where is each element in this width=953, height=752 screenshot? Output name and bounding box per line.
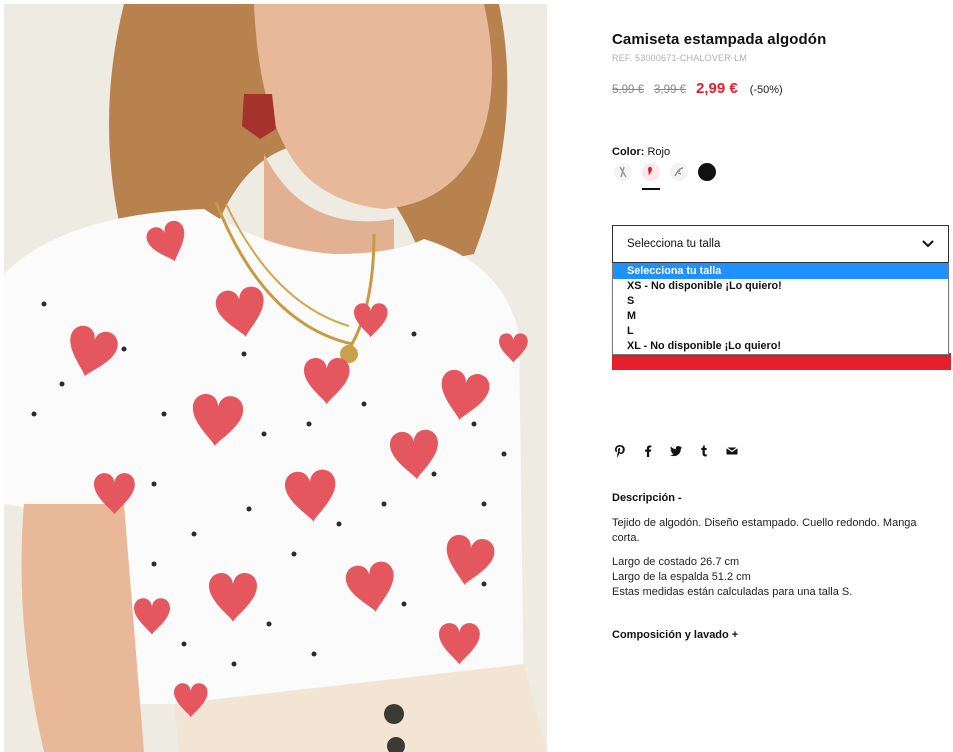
heart-pattern-icon <box>648 166 652 176</box>
description-title[interactable]: Descripción - <box>612 492 682 504</box>
price-block: 5,99 € 3,99 € 2,99 € (-50%) <box>612 80 783 97</box>
facebook-icon[interactable] <box>641 444 655 458</box>
color-label: Color: Rojo <box>612 146 670 158</box>
size-option-placeholder[interactable]: Selecciona tu talla <box>613 264 948 279</box>
measure-back-length: Largo de la espalda 51.2 cm <box>612 571 751 583</box>
measure-side-length: Largo de costado 26.7 cm <box>612 556 740 568</box>
chevron-down-icon <box>922 240 934 248</box>
composition-toggle[interactable]: Composición y lavado + <box>612 629 738 641</box>
measure-note: Estas medidas están calculadas para una … <box>612 586 853 598</box>
size-select[interactable]: Selecciona tu talla <box>612 225 949 263</box>
leaf-pattern-icon <box>674 167 684 177</box>
twitter-icon[interactable] <box>669 444 683 458</box>
size-option-m[interactable]: M <box>613 309 948 324</box>
product-title: Camiseta estampada algodón <box>612 31 827 48</box>
email-icon[interactable] <box>725 444 739 458</box>
price-original: 5,99 € <box>612 84 644 96</box>
description-measures: Largo de costado 26.7 cm Largo de la esp… <box>612 555 932 600</box>
product-image[interactable] <box>4 4 547 752</box>
size-select-value: Selecciona tu talla <box>627 238 721 250</box>
size-option-xl[interactable]: XL - No disponible ¡Lo quiero! <box>613 339 948 354</box>
add-to-cart-button[interactable] <box>612 353 951 370</box>
swatch-black[interactable] <box>698 163 716 181</box>
size-option-l[interactable]: L <box>613 324 948 339</box>
discount-badge: (-50%) <box>749 84 783 96</box>
swatch-light-print[interactable] <box>614 163 632 181</box>
tumblr-icon[interactable] <box>697 444 711 458</box>
pinterest-icon[interactable] <box>613 444 627 458</box>
price-previous: 3,99 € <box>653 84 686 96</box>
swatch-red-heart[interactable] <box>642 163 660 190</box>
swatch-leaf-print[interactable] <box>670 163 688 181</box>
print-pattern-icon <box>619 166 627 178</box>
color-label-key: Color: <box>612 146 645 158</box>
share-bar <box>613 444 739 458</box>
size-dropdown-list[interactable]: Selecciona tu talla XS - No disponible ¡… <box>612 263 949 355</box>
product-info: Camiseta estampada algodón REF. 53000671… <box>612 0 952 752</box>
color-swatches <box>614 163 716 190</box>
size-option-xs[interactable]: XS - No disponible ¡Lo quiero! <box>613 279 948 294</box>
description-text: Tejido de algodón. Diseño estampado. Cue… <box>612 517 917 544</box>
product-photo-illustration <box>4 4 547 752</box>
price-current: 2,99 € <box>695 80 738 97</box>
color-selected-name: Rojo <box>647 146 671 158</box>
size-option-s[interactable]: S <box>613 294 948 309</box>
product-ref: REF. 53000671-CHALOVER-LM <box>612 53 748 63</box>
